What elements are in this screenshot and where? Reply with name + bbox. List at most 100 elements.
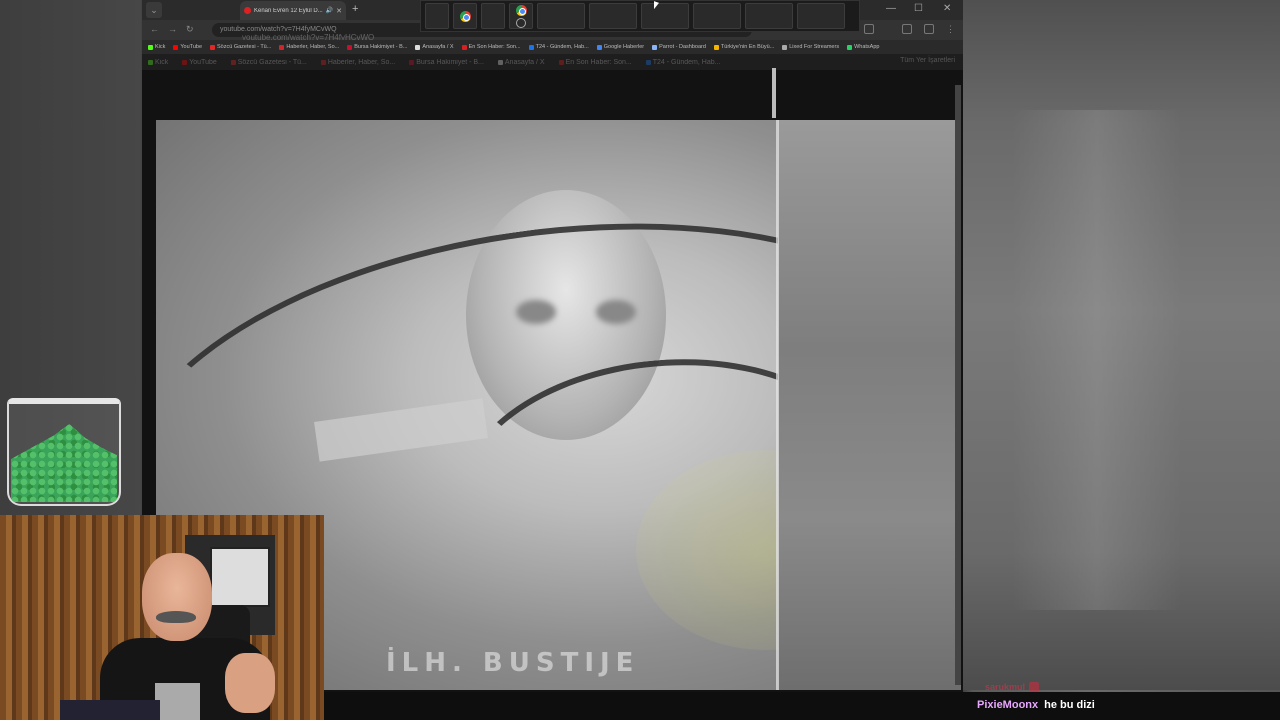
bookmark-label: Bursa Hakimiyet - B...: [416, 58, 484, 66]
bookmark-favicon-icon: [461, 44, 467, 50]
bookmark-favicon-icon: [173, 44, 179, 50]
bookmark-favicon-icon: [847, 44, 853, 50]
back-icon[interactable]: ←: [150, 24, 159, 34]
streamer-face: [142, 553, 212, 641]
bookmark-item[interactable]: Parrot - Dashboard: [652, 44, 706, 50]
video-side-panel: [778, 120, 961, 690]
mouse-cursor-icon: [654, 1, 659, 11]
new-tab-button[interactable]: +: [352, 2, 358, 16]
bookmark-item[interactable]: En Son Haber: Son...: [461, 44, 521, 50]
bookmark-item[interactable]: Bursa Hakimiyet - B...: [409, 59, 484, 66]
blurred-background: [962, 0, 1280, 690]
taskbar-thumb[interactable]: [425, 3, 449, 29]
bookmark-favicon-icon: [596, 44, 602, 50]
bookmark-item[interactable]: Kick: [148, 59, 168, 66]
taskbar-thumb[interactable]: [481, 3, 505, 29]
bookmark-item[interactable]: Google Haberler: [596, 44, 645, 50]
streamer-mustache: [156, 611, 196, 623]
bookmark-favicon-icon: [713, 44, 719, 50]
bookmark-favicon-icon: [182, 59, 188, 65]
speaker-icon[interactable]: 🔊: [326, 7, 333, 14]
bookmark-item[interactable]: YouTube: [182, 59, 217, 66]
chat-ghost-message: sarukmul: [985, 682, 1040, 692]
streamer-hand: [225, 653, 275, 713]
profile-icon[interactable]: [924, 24, 934, 34]
bookmark-item[interactable]: En Son Haber: Son...: [558, 58, 632, 66]
bookmark-item[interactable]: WhatsApp: [847, 44, 879, 50]
bookmark-label: YouTube: [180, 44, 203, 50]
taskbar-thumb[interactable]: [641, 3, 689, 29]
chrome-icon: [515, 4, 527, 16]
clock-icon: [516, 17, 526, 28]
bookmark-label: En Son Haber: Son...: [565, 58, 632, 66]
bookmark-favicon-icon: [409, 59, 415, 65]
streamer: [100, 553, 280, 720]
chat-text: he bu dizi: [1044, 699, 1095, 711]
chat-message: PixieMoonx he bu dizi: [977, 699, 1095, 711]
taskbar-previews: [420, 0, 860, 32]
scrollbar-top[interactable]: [772, 68, 776, 118]
bookmark-item[interactable]: Sözcü Gazetesi - Tü...: [230, 59, 307, 66]
taskbar-thumb[interactable]: [537, 3, 585, 29]
chat-bar: [324, 692, 1280, 720]
extension-icon[interactable]: [864, 24, 874, 34]
streamer-shirt-print: [155, 683, 200, 720]
bookmark-item[interactable]: Bursa Hakimiyet - B...: [347, 44, 407, 50]
bookmark-label: Bursa Hakimiyet - B...: [354, 44, 408, 50]
maximize-button[interactable]: ☐: [914, 3, 923, 15]
video-divider: [776, 120, 779, 690]
youtube-favicon-icon: [244, 7, 251, 14]
taskbar-thumb-chrome[interactable]: [453, 3, 477, 29]
forward-icon[interactable]: →: [168, 24, 177, 34]
bookmark-favicon-icon: [497, 59, 503, 65]
bookmark-label: Haberler, Haber, So...: [327, 58, 396, 66]
clover-fill: [11, 424, 117, 502]
bookmarks-bar-ghost: Kick YouTube Sözcü Gazetesi - Tü... Haberle…: [142, 55, 963, 69]
tab-title: Kenan Evren 12 Eylül D...: [254, 7, 323, 14]
bookmark-item[interactable]: Kick: [148, 44, 165, 50]
bookmark-favicon-icon: [148, 59, 153, 65]
all-bookmarks-link[interactable]: Tüm Yer İşaretleri: [900, 57, 955, 64]
download-icon[interactable]: [902, 24, 912, 34]
scrollbar-right[interactable]: [955, 85, 961, 685]
bookmark-favicon-icon: [230, 59, 236, 65]
bookmark-item[interactable]: Türkiye'nin En Büyü...: [713, 44, 774, 50]
taskbar-thumb[interactable]: [589, 3, 637, 29]
bookmark-label: Lixed For Streamers: [789, 44, 840, 50]
taskbar-thumb-chrome-2[interactable]: [509, 3, 533, 29]
minimize-button[interactable]: —: [886, 3, 896, 15]
bookmarks-bar: Kick YouTube Sözcü Gazetesi - Tü... Haberle…: [142, 40, 963, 54]
bookmark-label: Sözcü Gazetesi - Tü...: [217, 44, 272, 50]
bookmark-item[interactable]: YouTube: [173, 44, 202, 50]
taskbar-thumb[interactable]: [693, 3, 741, 29]
bookmark-favicon-icon: [652, 44, 658, 50]
bookmark-item[interactable]: Haberler, Haber, So...: [279, 44, 339, 50]
bookmark-item[interactable]: Anasayfa / X: [497, 58, 545, 66]
bookmark-item[interactable]: Sözcü Gazetesi - Tü...: [210, 44, 271, 50]
taskbar-thumb[interactable]: [745, 3, 793, 29]
reload-icon[interactable]: ↻: [186, 24, 194, 35]
bookmark-label: Google Haberler: [603, 44, 645, 50]
bookmark-label: YouTube: [189, 58, 217, 66]
menu-icon[interactable]: ⋮: [946, 24, 955, 35]
taskbar-thumb[interactable]: [797, 3, 845, 29]
tab-search-icon[interactable]: ⌄: [146, 2, 162, 18]
bookmark-label: Anasayfa / X: [504, 58, 545, 66]
close-window-button[interactable]: ✕: [943, 3, 951, 15]
bookmark-item[interactable]: Haberler, Haber, So...: [320, 58, 396, 66]
chat-badge-icon: [1029, 682, 1040, 692]
bookmark-item[interactable]: T24 - Gündem, Hab...: [528, 44, 589, 50]
bookmark-label: Anasayfa / X: [422, 44, 454, 50]
bookmark-item[interactable]: Anasayfa / X: [415, 44, 454, 50]
video-caption: İLH. BUSTIJE: [386, 648, 640, 678]
bookmark-favicon-icon: [558, 59, 564, 65]
bookmark-favicon-icon: [279, 44, 285, 50]
bookmark-label: Kick: [155, 44, 166, 50]
tab-close-icon[interactable]: ✕: [336, 7, 342, 15]
bookmark-label: T24 - Gündem, Hab...: [652, 58, 721, 66]
bookmark-favicon-icon: [415, 44, 421, 50]
tab-active[interactable]: Kenan Evren 12 Eylül D... 🔊 ✕: [240, 1, 346, 20]
bookmark-item[interactable]: Lixed For Streamers: [782, 44, 839, 50]
bookmark-item[interactable]: T24 - Gündem, Hab...: [645, 58, 721, 66]
bookmark-favicon-icon: [148, 44, 153, 50]
